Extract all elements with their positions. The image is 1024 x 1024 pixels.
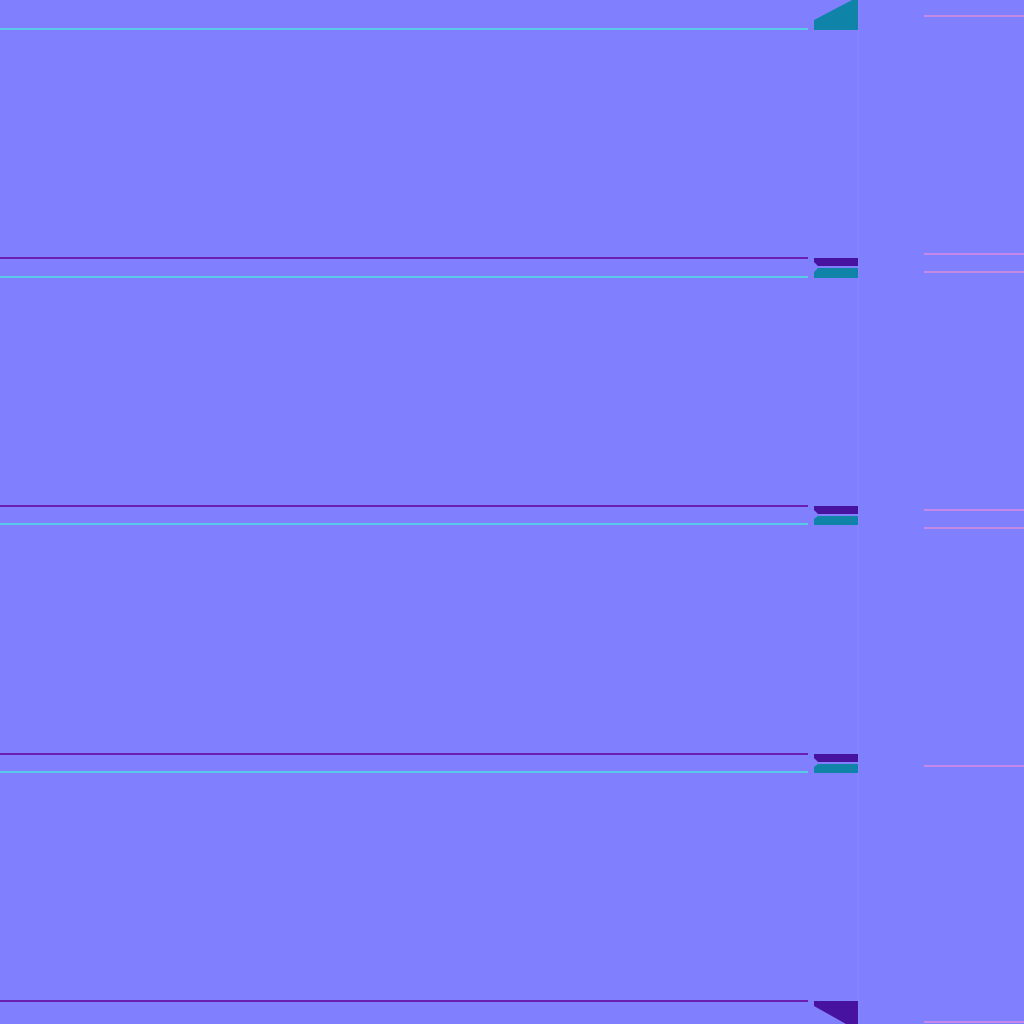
panel-bottom-edge bbox=[0, 505, 808, 507]
panel-bottom-cap bbox=[814, 258, 858, 266]
panel-top-edge bbox=[0, 523, 808, 525]
panel-bottom-cap bbox=[814, 506, 858, 514]
normal-map-texture bbox=[0, 0, 1024, 1024]
panel-bottom-edge bbox=[0, 257, 808, 259]
base-fill bbox=[0, 0, 1024, 1024]
panel-bottom-cap bbox=[814, 754, 858, 762]
panel-bottom-edge bbox=[0, 1000, 808, 1002]
panel-top-cap bbox=[814, 516, 858, 525]
panel-bottom-edge bbox=[0, 753, 808, 755]
panel-top-cap bbox=[814, 268, 858, 278]
panel-top-cap bbox=[814, 764, 858, 773]
panel-top-edge bbox=[0, 771, 808, 773]
panel-top-edge bbox=[0, 276, 808, 278]
panel-top-edge bbox=[0, 28, 808, 30]
